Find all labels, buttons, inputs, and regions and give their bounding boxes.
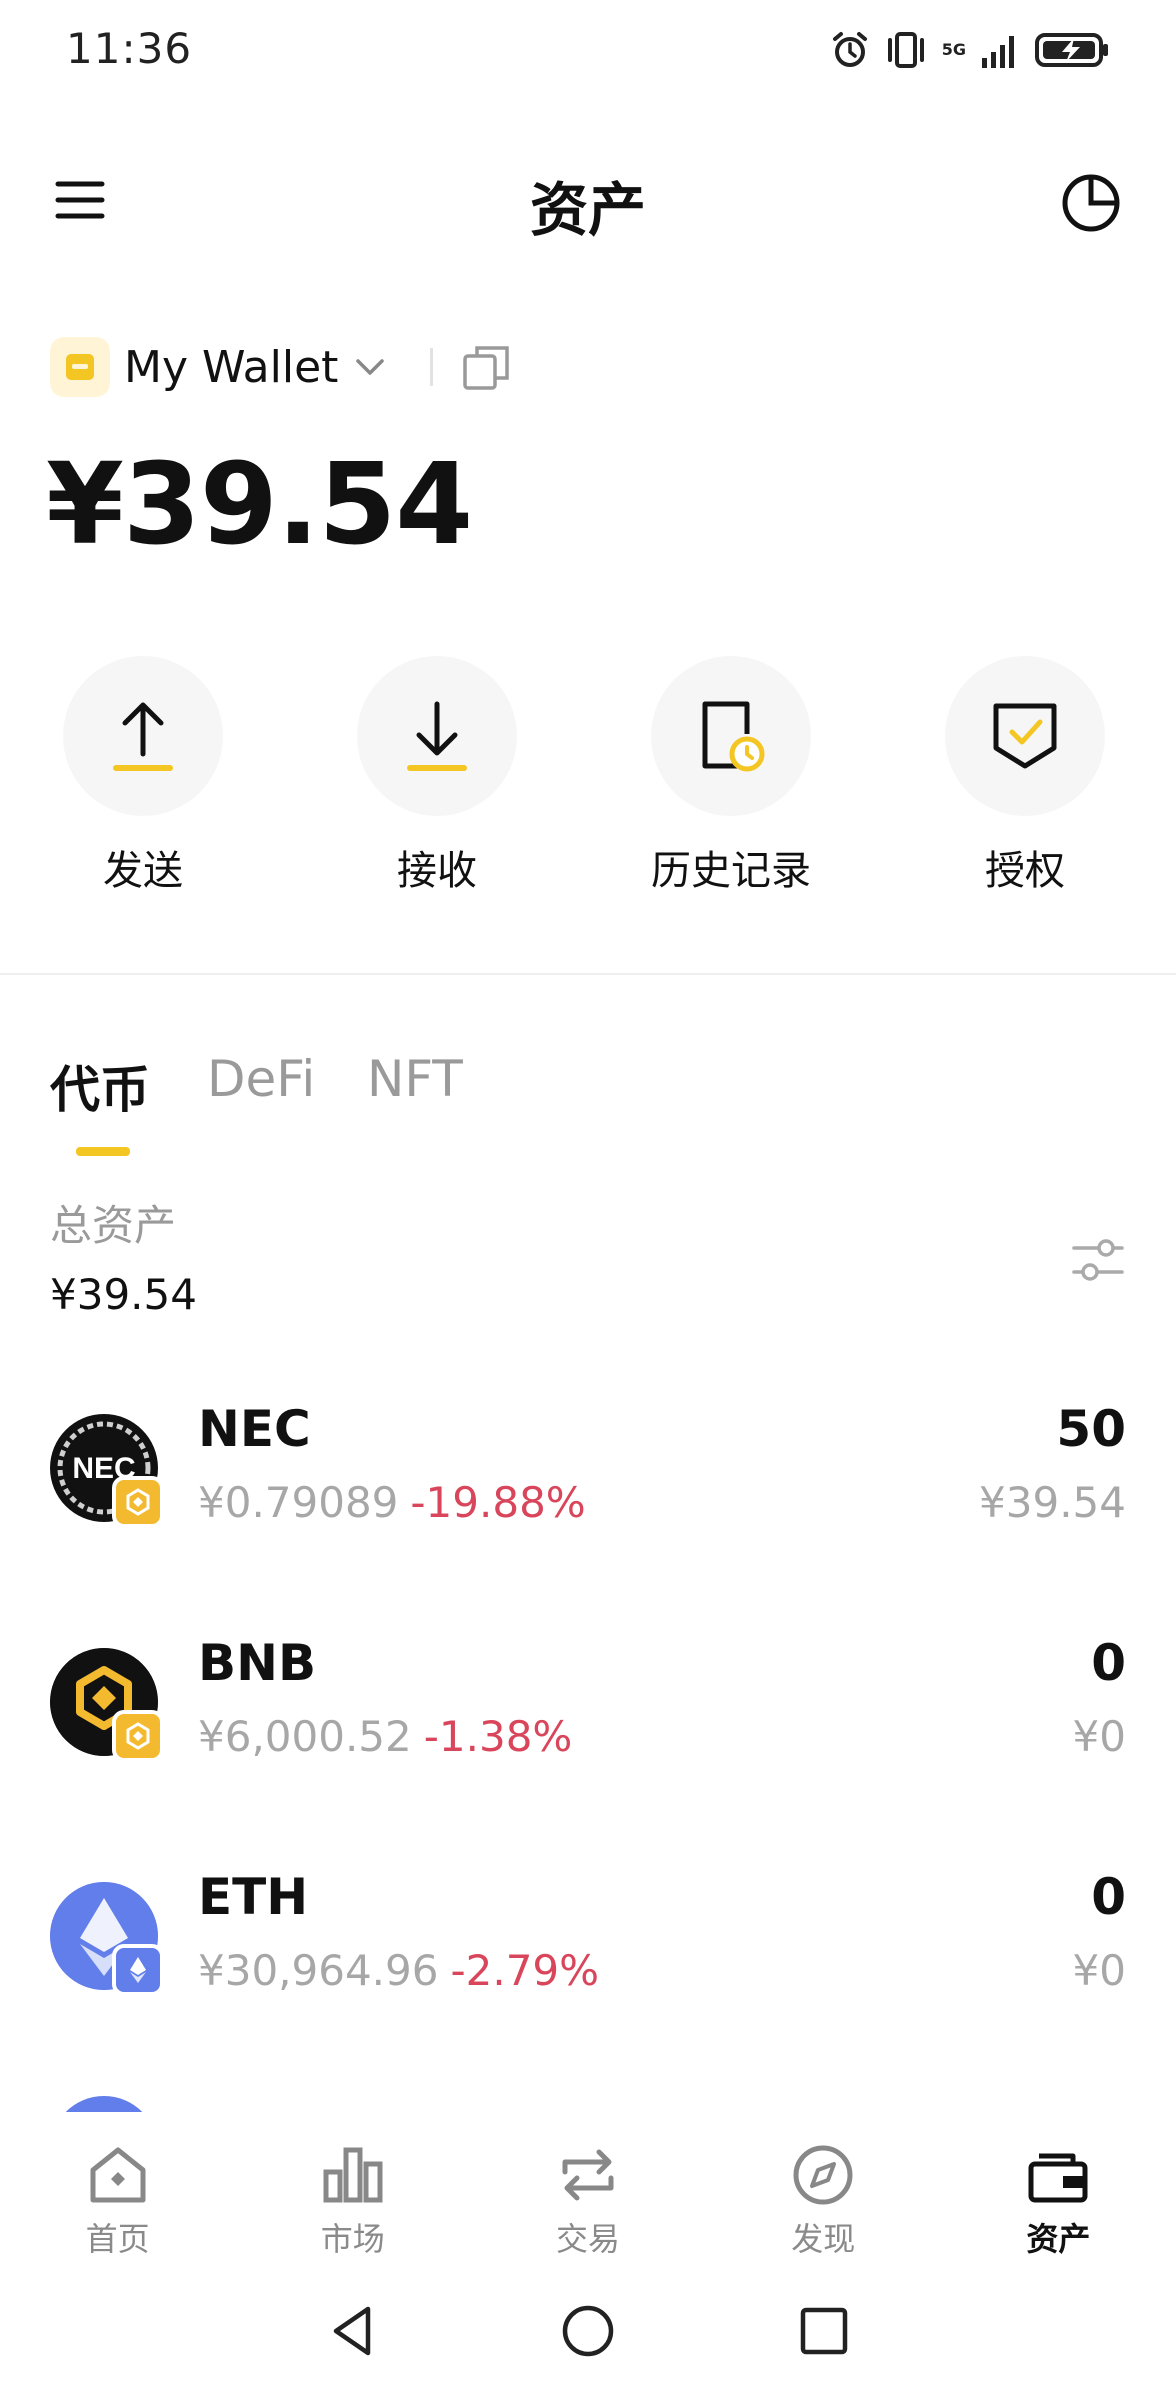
authorize-label: 授权	[985, 848, 1065, 894]
nav-home-label: 首页	[85, 2220, 150, 2258]
token-symbol: ETH	[198, 1868, 309, 1926]
token-row-nec[interactable]: NEC NEC ¥0.79089 -19.88% 50 ¥39.54	[0, 1394, 1176, 1594]
wallet-name: My Wallet	[124, 341, 339, 393]
token-fiat-value: ¥0	[1072, 1712, 1126, 1761]
token-symbol: BNB	[198, 1634, 317, 1692]
signal-icon	[982, 36, 1014, 68]
network-type: 5G	[941, 40, 966, 59]
compass-icon	[793, 2145, 853, 2205]
token-row-eth[interactable]: ETH ¥30,964.96 -2.79% 0 ¥0	[0, 1862, 1176, 2062]
receive-button[interactable]: 接收	[352, 656, 522, 896]
section-divider	[0, 973, 1176, 975]
eth-chain-icon	[112, 1944, 164, 1996]
history-button[interactable]: 历史记录	[646, 656, 816, 896]
divider	[430, 348, 434, 386]
token-fiat-value: ¥0	[1072, 1946, 1126, 1995]
authorize-shield-check-icon	[993, 703, 1057, 769]
token-symbol: NEC	[198, 1400, 311, 1458]
token-row-bnb[interactable]: BNB ¥6,000.52 -1.38% 0 ¥0	[0, 1628, 1176, 1828]
nav-market-label: 市场	[320, 2220, 385, 2258]
chevron-down-icon	[356, 359, 385, 375]
copy-icon[interactable]	[461, 342, 511, 392]
token-price-value: ¥0.79089	[198, 1478, 399, 1527]
alarm-icon	[832, 32, 867, 67]
swap-icon	[562, 2149, 614, 2201]
nav-assets-label: 资产	[1026, 2220, 1091, 2258]
filter-sliders-icon[interactable]	[1070, 1232, 1126, 1288]
tab-tokens[interactable]: 代币	[50, 1050, 150, 1122]
wallet-icon	[1028, 2153, 1088, 2203]
nav-trade-label: 交易	[556, 2220, 621, 2258]
receive-label: 接收	[397, 848, 477, 894]
nav-discover-label: 发现	[791, 2220, 856, 2258]
battery-charging-icon	[1035, 33, 1108, 67]
nav-home[interactable]: 首页	[0, 2112, 235, 2262]
total-assets-label: 总资产	[50, 1201, 177, 1250]
status-icons: 5G	[830, 24, 1110, 76]
vibrate-icon	[887, 32, 924, 68]
token-quantity: 0	[1091, 1634, 1126, 1692]
token-change: -2.79%	[450, 1946, 600, 1995]
home-circle-icon[interactable]	[560, 2303, 616, 2359]
history-label: 历史记录	[651, 848, 811, 894]
bnb-chain-icon	[112, 1710, 164, 1762]
token-price: ¥30,964.96 -2.79%	[198, 1946, 599, 1995]
token-quantity: 50	[1056, 1400, 1126, 1458]
bnb-chain-icon	[112, 1476, 164, 1528]
authorize-button[interactable]: 授权	[940, 656, 1110, 896]
home-icon	[90, 2147, 146, 2203]
recents-square-icon[interactable]	[796, 2303, 852, 2359]
pie-chart-icon[interactable]	[1058, 168, 1124, 234]
wallet-balance: ¥39.54	[46, 440, 473, 570]
token-price-value: ¥6,000.52	[198, 1712, 412, 1761]
send-arrow-up-icon	[113, 702, 173, 771]
tab-nft[interactable]: NFT	[367, 1050, 463, 1108]
nav-discover[interactable]: 发现	[706, 2112, 941, 2262]
token-price: ¥6,000.52 -1.38%	[198, 1712, 572, 1761]
bottom-nav: 首页 市场 交易 发现 资产	[0, 2112, 1176, 2262]
total-assets-value: ¥39.54	[50, 1270, 197, 1319]
send-button[interactable]: 发送	[58, 656, 228, 896]
nav-market[interactable]: 市场	[235, 2112, 470, 2262]
token-change: -19.88%	[410, 1478, 586, 1527]
tab-defi[interactable]: DeFi	[207, 1050, 315, 1108]
page-title: 资产	[529, 176, 646, 244]
tab-active-indicator	[76, 1147, 130, 1156]
market-bar-chart-icon	[323, 2147, 383, 2203]
system-nav-bar	[0, 2262, 1176, 2400]
history-clock-icon	[702, 701, 765, 772]
receive-arrow-down-icon	[407, 701, 467, 771]
token-change: -1.38%	[423, 1712, 573, 1761]
token-quantity: 0	[1091, 1868, 1126, 1926]
token-price-value: ¥30,964.96	[198, 1946, 439, 1995]
nav-assets[interactable]: 资产	[941, 2112, 1176, 2262]
nav-trade[interactable]: 交易	[470, 2112, 705, 2262]
wallet-badge-icon	[50, 337, 110, 397]
status-time: 11:36	[66, 24, 193, 73]
back-icon[interactable]	[324, 2303, 380, 2359]
token-price: ¥0.79089 -19.88%	[198, 1478, 586, 1527]
send-label: 发送	[103, 848, 183, 894]
wallet-selector[interactable]: My Wallet	[50, 336, 511, 398]
token-fiat-value: ¥39.54	[979, 1478, 1126, 1527]
